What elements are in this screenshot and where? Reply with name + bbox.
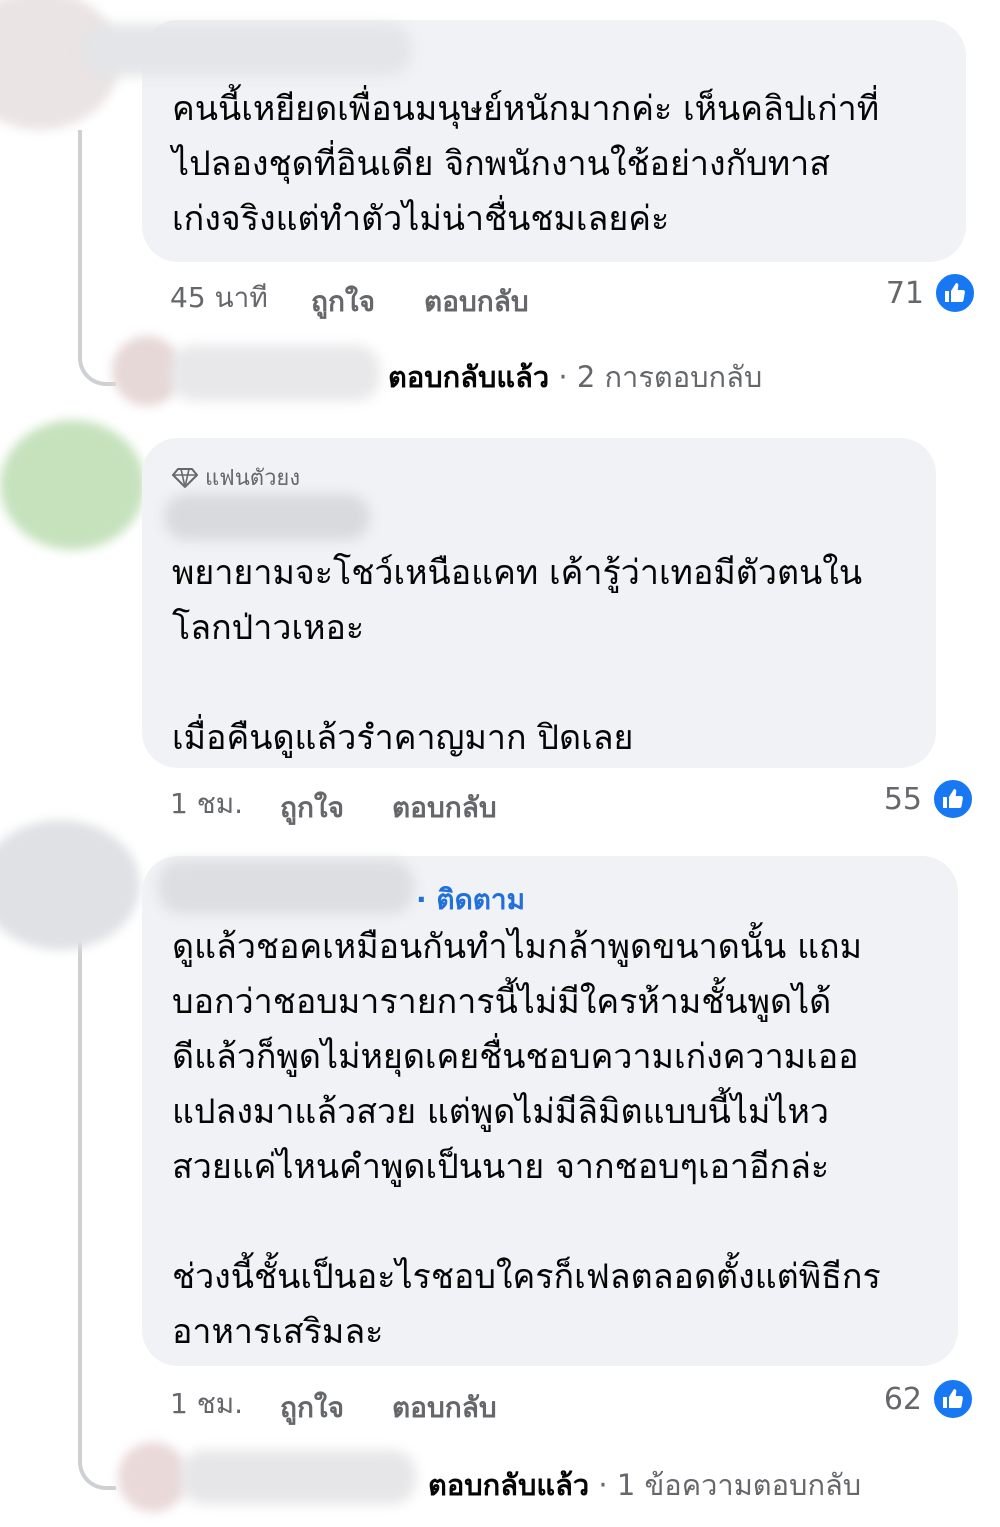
like-thumb-icon (932, 778, 974, 820)
comment-time[interactable]: 45 นาที (170, 276, 268, 320)
author-name[interactable] (82, 24, 412, 76)
reply-author-name (180, 1450, 416, 1504)
reaction-count[interactable]: 71 (854, 276, 924, 311)
follow-button[interactable]: · ติดตาม (416, 878, 525, 922)
like-button[interactable]: ถูกใจ (311, 280, 375, 324)
like-thumb-icon (932, 1378, 974, 1420)
reply-avatar (118, 1442, 188, 1512)
comment-bubble: แฟนตัวยง พยายามจะโชว์เหนือแคท เค้ารู้ว่า… (142, 438, 936, 768)
like-button[interactable]: ถูกใจ (280, 786, 344, 830)
reaction-count[interactable]: 62 (852, 1382, 922, 1417)
replied-label: ตอบกลับแล้ว (428, 1468, 590, 1502)
diamond-icon (172, 468, 198, 488)
reply-button[interactable]: ตอบกลับ (392, 1386, 497, 1430)
author-name[interactable] (164, 494, 370, 540)
thread-line (78, 130, 82, 340)
thread-line (78, 940, 82, 1440)
avatar[interactable] (0, 820, 140, 950)
reply-button[interactable]: ตอบกลับ (392, 786, 497, 830)
thread-connector (78, 330, 116, 386)
reply-button[interactable]: ตอบกลับ (424, 280, 529, 324)
separator: · (598, 1468, 608, 1502)
replied-label: ตอบกลับแล้ว (388, 360, 550, 394)
thread-connector (78, 1430, 116, 1490)
avatar[interactable] (0, 420, 145, 550)
reply-author-name (170, 345, 380, 401)
reply-count: 2 การตอบกลับ (576, 360, 763, 394)
comment-time[interactable]: 1 ชม. (170, 782, 243, 826)
reaction-count[interactable]: 55 (852, 782, 922, 817)
comment-bubble: · ติดตาม ดูแล้วชอคเหมือนกันทำไมกล้าพูดขน… (142, 856, 958, 1366)
comment-text: ดูแล้วชอคเหมือนกันทำไมกล้าพูดขนาดนั้น แถ… (172, 927, 881, 1352)
comment-text: พยายามจะโชว์เหนือแคท เค้ารู้ว่าเทอมีตัวต… (172, 553, 863, 758)
top-fan-badge: แฟนตัวยง (172, 460, 300, 495)
comment-bubble: คนนี้เหยียดเพื่อนมนุษย์หนักมากค่ะ เห็นคล… (82, 20, 966, 262)
reply-count: 1 ข้อความตอบกลับ (616, 1468, 862, 1502)
author-name[interactable] (158, 860, 414, 914)
comment-text: คนนี้เหยียดเพื่อนมนุษย์หนักมากค่ะ เห็นคล… (172, 89, 880, 239)
separator: · (558, 360, 568, 394)
badge-label: แฟนตัวยง (205, 466, 301, 491)
like-button[interactable]: ถูกใจ (280, 1386, 344, 1430)
like-thumb-icon (934, 272, 976, 314)
comment-time[interactable]: 1 ชม. (170, 1382, 243, 1426)
